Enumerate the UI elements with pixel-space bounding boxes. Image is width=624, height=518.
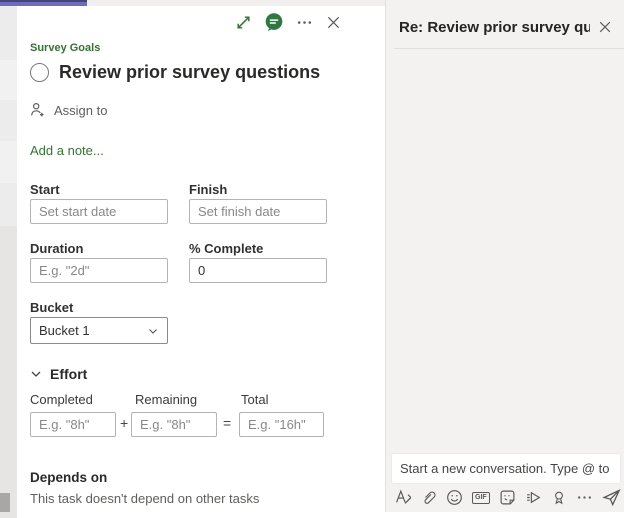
complete-task-circle[interactable] — [30, 63, 49, 82]
task-title-row: Review prior survey questions — [30, 62, 320, 83]
percent-complete-label: % Complete — [189, 241, 327, 256]
effort-section-toggle[interactable]: Effort — [30, 366, 87, 382]
background-row-band — [0, 141, 17, 183]
effort-completed-input[interactable] — [30, 412, 116, 437]
add-person-icon — [30, 102, 46, 118]
header-divider — [394, 48, 624, 49]
composer-toolbar: GIF — [395, 488, 617, 507]
chevron-down-icon — [30, 368, 42, 380]
assign-to-label: Assign to — [54, 103, 107, 118]
task-title[interactable]: Review prior survey questions — [59, 62, 320, 83]
background-grid-edge — [0, 6, 17, 512]
bucket-dropdown[interactable]: Bucket 1 — [30, 317, 168, 344]
format-icon[interactable] — [395, 489, 412, 506]
plan-name-label: Survey Goals — [30, 42, 100, 54]
chevron-down-icon — [147, 325, 159, 337]
depends-on-text: This task doesn't depend on other tasks — [30, 491, 259, 506]
start-label: Start — [30, 182, 168, 197]
more-options-icon[interactable] — [296, 14, 313, 31]
depends-on-heading: Depends on — [30, 470, 107, 485]
expand-icon[interactable] — [235, 14, 252, 31]
send-icon[interactable] — [602, 488, 621, 507]
emoji-icon[interactable] — [446, 489, 463, 506]
task-detail-panel: Survey Goals Review prior survey questio… — [17, 6, 385, 512]
assign-to-button[interactable]: Assign to — [30, 102, 107, 118]
percent-complete-input[interactable] — [189, 258, 327, 283]
bucket-label: Bucket — [30, 300, 168, 315]
finish-date-input[interactable] — [189, 199, 327, 224]
message-composer — [391, 453, 621, 484]
gif-label: GIF — [472, 492, 490, 504]
start-date-input[interactable] — [30, 199, 168, 224]
comments-icon[interactable] — [265, 13, 283, 31]
stream-icon[interactable] — [525, 489, 542, 506]
background-scrollbar-end — [0, 493, 10, 512]
sticker-icon[interactable] — [499, 489, 516, 506]
total-label: Total — [241, 392, 268, 407]
effort-total-input[interactable] — [239, 412, 324, 437]
bucket-selected-value: Bucket 1 — [39, 323, 90, 338]
more-options-icon[interactable] — [576, 489, 593, 506]
conversation-title: Re: Review prior survey ques... — [399, 19, 590, 36]
remaining-label: Remaining — [135, 392, 197, 407]
finish-label: Finish — [189, 182, 327, 197]
gif-icon[interactable]: GIF — [472, 492, 490, 504]
task-panel-toolbar — [235, 13, 341, 31]
plus-operator: + — [120, 415, 128, 431]
attach-icon[interactable] — [421, 490, 437, 506]
duration-label: Duration — [30, 241, 168, 256]
praise-icon[interactable] — [551, 490, 567, 506]
effort-heading: Effort — [50, 366, 87, 382]
close-icon[interactable] — [326, 15, 341, 30]
background-row-band — [0, 226, 17, 518]
duration-input[interactable] — [30, 258, 168, 283]
message-input[interactable] — [392, 454, 620, 483]
effort-remaining-input[interactable] — [131, 412, 217, 437]
close-icon[interactable] — [598, 20, 612, 34]
conversation-panel: Re: Review prior survey ques... — [385, 0, 624, 512]
equals-operator: = — [223, 415, 231, 431]
background-row-band — [0, 60, 17, 100]
add-note-link[interactable]: Add a note... — [30, 143, 104, 158]
completed-label: Completed — [30, 392, 93, 407]
